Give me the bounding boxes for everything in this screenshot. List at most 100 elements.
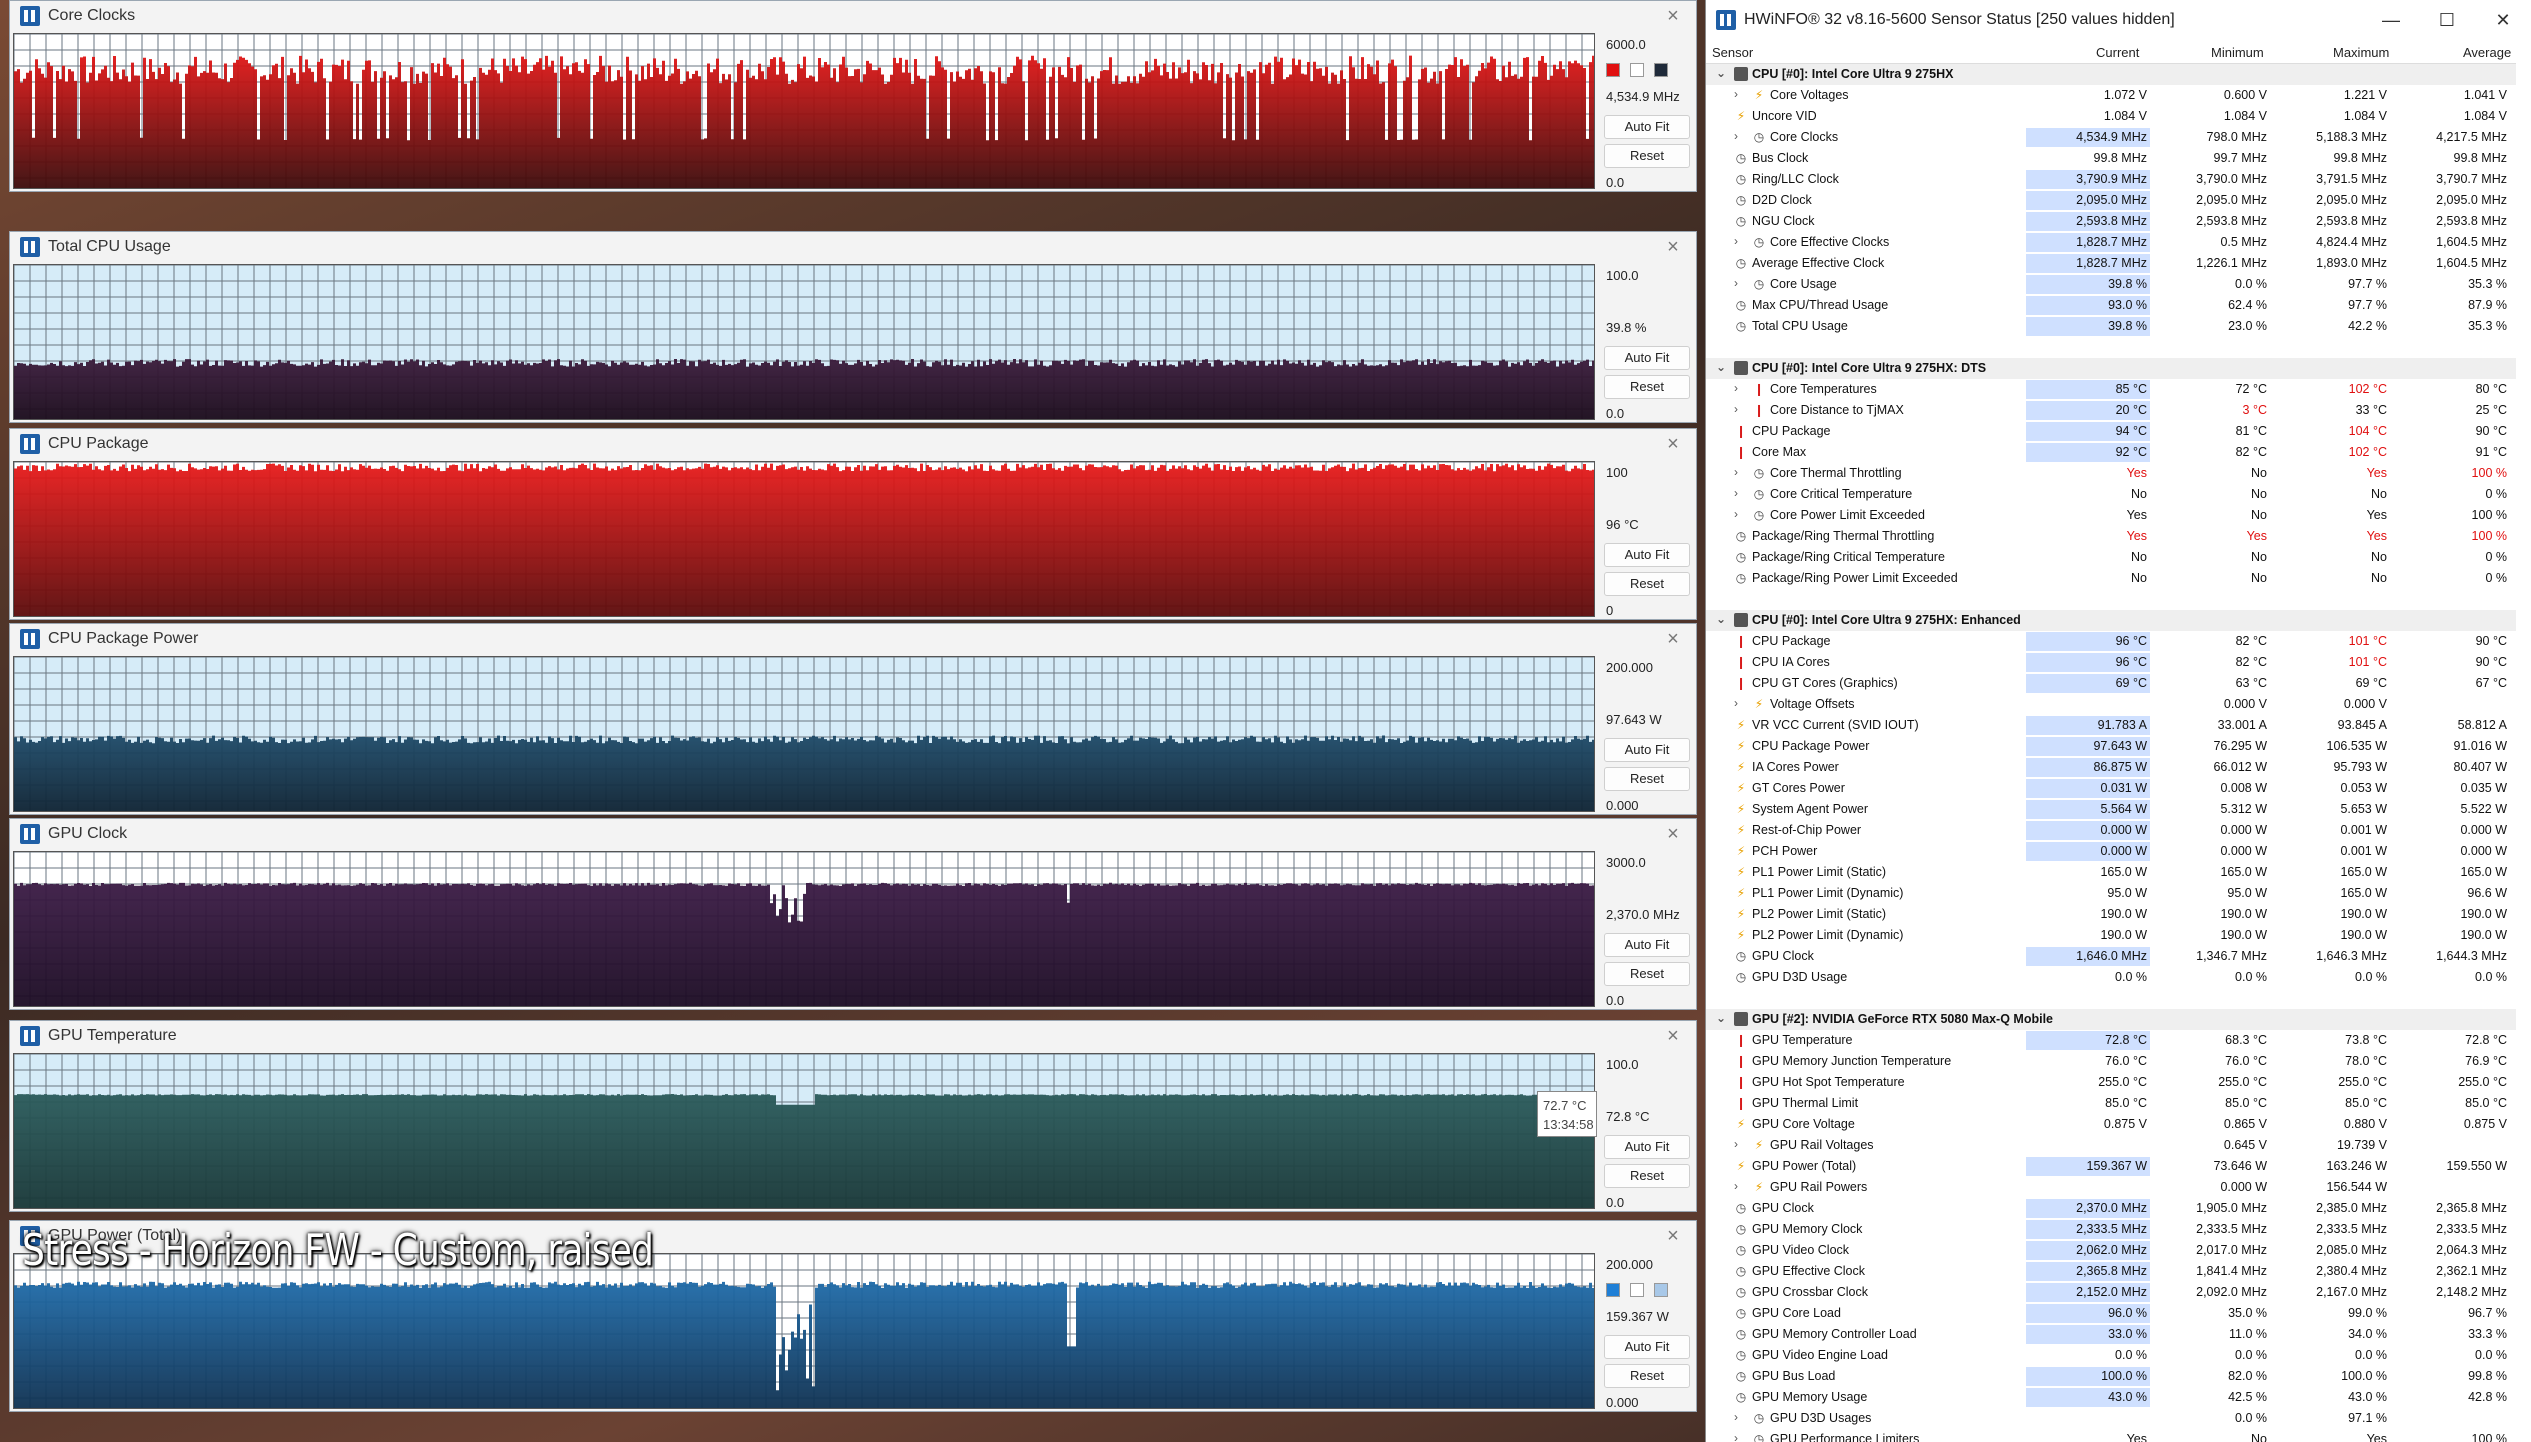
expand-chevron-icon[interactable]: › bbox=[1734, 1179, 1746, 1193]
column-maximum[interactable]: Maximum bbox=[2333, 45, 2389, 60]
close-icon[interactable]: × bbox=[1662, 236, 1684, 258]
sensor-group-header[interactable]: ⌄ CPU [#0]: Intel Core Ultra 9 275HX: Enh… bbox=[1706, 610, 2516, 631]
sensor-row[interactable]: ⚡ IA Cores Power 86.875 W 66.012 W 95.793 W 8… bbox=[1706, 757, 2516, 778]
sensor-row[interactable]: ⚡ GT Cores Power 0.031 W 0.008 W 0.053 W 0.03… bbox=[1706, 778, 2516, 799]
expand-chevron-icon[interactable]: › bbox=[1734, 465, 1746, 479]
sensor-row[interactable]: ⚡ Rest-of-Chip Power 0.000 W 0.000 W 0.001 W… bbox=[1706, 820, 2516, 841]
color-swatch[interactable] bbox=[1606, 63, 1620, 77]
sensor-row[interactable]: ◷ GPU Memory Controller Load 33.0 % 11.0 % 3… bbox=[1706, 1324, 2516, 1345]
reset-button[interactable]: Reset bbox=[1604, 1364, 1690, 1388]
sensor-row[interactable]: ❙ CPU IA Cores 96 °C 82 °C 101 °C 90 °C bbox=[1706, 652, 2516, 673]
column-minimum[interactable]: Minimum bbox=[2211, 45, 2264, 60]
close-icon[interactable]: × bbox=[1662, 433, 1684, 455]
sensor-row[interactable]: › ◷ GPU D3D Usages 0.0 % 97.1 % bbox=[1706, 1408, 2516, 1429]
sensor-row[interactable]: › ⚡ Core Voltages 1.072 V 0.600 V 1.221 V 1.04… bbox=[1706, 85, 2516, 106]
sensor-row[interactable]: ❙ GPU Memory Junction Temperature 76.0 °C 7… bbox=[1706, 1051, 2516, 1072]
sensor-row[interactable]: ⚡ PL1 Power Limit (Dynamic) 95.0 W 95.0 W 16… bbox=[1706, 883, 2516, 904]
sensor-row[interactable]: › ❙ Core Distance to TjMAX 20 °C 3 °C 33 °C 25… bbox=[1706, 400, 2516, 421]
column-sensor[interactable]: Sensor bbox=[1712, 45, 1753, 60]
auto-fit-button[interactable]: Auto Fit bbox=[1604, 346, 1690, 370]
auto-fit-button[interactable]: Auto Fit bbox=[1604, 1135, 1690, 1159]
sensor-row[interactable]: ◷ GPU Effective Clock 2,365.8 MHz 1,841.4 M… bbox=[1706, 1261, 2516, 1282]
sensor-row[interactable]: ◷ Package/Ring Power Limit Exceeded No No No… bbox=[1706, 568, 2516, 589]
sensor-row[interactable]: ◷ Package/Ring Critical Temperature No No No… bbox=[1706, 547, 2516, 568]
color-swatch[interactable] bbox=[1630, 63, 1644, 77]
sensor-row[interactable]: ❙ GPU Hot Spot Temperature 255.0 °C 255.0 °… bbox=[1706, 1072, 2516, 1093]
expand-chevron-icon[interactable]: › bbox=[1734, 129, 1746, 143]
expand-chevron-icon[interactable]: › bbox=[1734, 1431, 1746, 1442]
sensor-row[interactable]: ⚡ GPU Core Voltage 0.875 V 0.865 V 0.880 V 0.… bbox=[1706, 1114, 2516, 1135]
sensor-row[interactable]: › ◷ Core Critical Temperature No No No 0 % bbox=[1706, 484, 2516, 505]
maximize-button[interactable]: ☐ bbox=[2419, 0, 2475, 40]
close-icon[interactable]: × bbox=[1662, 5, 1684, 27]
graph-window-2[interactable]: CPU Package × 100 96 °C 0 Auto Fit Reset bbox=[9, 428, 1697, 620]
column-average[interactable]: Average bbox=[2463, 45, 2511, 60]
reset-button[interactable]: Reset bbox=[1604, 962, 1690, 986]
sensor-row[interactable]: › ◷ Core Effective Clocks 1,828.7 MHz 0.5 MH… bbox=[1706, 232, 2516, 253]
collapse-chevron-icon[interactable]: ⌄ bbox=[1716, 1011, 1728, 1025]
sensor-row[interactable]: ◷ GPU Clock 2,370.0 MHz 1,905.0 MHz 2,385.0 … bbox=[1706, 1198, 2516, 1219]
sensor-row[interactable]: › ◷ Core Thermal Throttling Yes No Yes 100 % bbox=[1706, 463, 2516, 484]
sensor-row[interactable]: ◷ Total CPU Usage 39.8 % 23.0 % 42.2 % 35.3 % bbox=[1706, 316, 2516, 337]
expand-chevron-icon[interactable]: › bbox=[1734, 402, 1746, 416]
sensor-row[interactable]: ⚡ PCH Power 0.000 W 0.000 W 0.001 W 0.000 W bbox=[1706, 841, 2516, 862]
sensor-row[interactable]: ❙ Core Max 92 °C 82 °C 102 °C 91 °C bbox=[1706, 442, 2516, 463]
expand-chevron-icon[interactable]: › bbox=[1734, 1137, 1746, 1151]
auto-fit-button[interactable]: Auto Fit bbox=[1604, 1335, 1690, 1359]
sensor-row[interactable]: ◷ GPU Memory Clock 2,333.5 MHz 2,333.5 MHz 2… bbox=[1706, 1219, 2516, 1240]
reset-button[interactable]: Reset bbox=[1604, 572, 1690, 596]
close-icon[interactable]: × bbox=[1662, 823, 1684, 845]
reset-button[interactable]: Reset bbox=[1604, 767, 1690, 791]
sensor-row[interactable]: ⚡ PL2 Power Limit (Static) 190.0 W 190.0 W 1… bbox=[1706, 904, 2516, 925]
sensor-status-window[interactable]: HWiNFO® 32 v8.16-5600 Sensor Status [250… bbox=[1705, 0, 2531, 1442]
graph-titlebar[interactable]: GPU Clock bbox=[10, 819, 1696, 849]
sensor-row[interactable]: › ❙ Core Temperatures 85 °C 72 °C 102 °C 80 °C bbox=[1706, 379, 2516, 400]
expand-chevron-icon[interactable]: › bbox=[1734, 696, 1746, 710]
sensor-row[interactable]: ◷ NGU Clock 2,593.8 MHz 2,593.8 MHz 2,593.8 … bbox=[1706, 211, 2516, 232]
auto-fit-button[interactable]: Auto Fit bbox=[1604, 543, 1690, 567]
collapse-chevron-icon[interactable]: ⌄ bbox=[1716, 612, 1728, 626]
sensor-row[interactable]: › ⚡ GPU Rail Powers 0.000 W 156.544 W bbox=[1706, 1177, 2516, 1198]
sensor-row[interactable]: ❙ GPU Temperature 72.8 °C 68.3 °C 73.8 °C 72.… bbox=[1706, 1030, 2516, 1051]
sensor-row[interactable]: ⚡ PL2 Power Limit (Dynamic) 190.0 W 190.0 W… bbox=[1706, 925, 2516, 946]
minimize-button[interactable]: — bbox=[2363, 0, 2419, 40]
collapse-chevron-icon[interactable]: ⌄ bbox=[1716, 66, 1728, 80]
color-swatch[interactable] bbox=[1606, 1283, 1620, 1297]
sensor-row[interactable]: ◷ D2D Clock 2,095.0 MHz 2,095.0 MHz 2,095.0 … bbox=[1706, 190, 2516, 211]
sensor-row[interactable]: ⚡ VR VCC Current (SVID IOUT) 91.783 A 33.00… bbox=[1706, 715, 2516, 736]
sensor-row[interactable]: ◷ GPU Bus Load 100.0 % 82.0 % 100.0 % 99.8 % bbox=[1706, 1366, 2516, 1387]
auto-fit-button[interactable]: Auto Fit bbox=[1604, 115, 1690, 139]
reset-button[interactable]: Reset bbox=[1604, 375, 1690, 399]
expand-chevron-icon[interactable]: › bbox=[1734, 486, 1746, 500]
sensor-row[interactable]: ◷ Average Effective Clock 1,828.7 MHz 1,226… bbox=[1706, 253, 2516, 274]
graph-window-0[interactable]: Core Clocks × 6000.0 4,534.9 MHz 0.0 Auto Fit… bbox=[9, 0, 1697, 192]
graph-window-1[interactable]: Total CPU Usage × 100.0 39.8 % 0.0 Auto Fit Re… bbox=[9, 231, 1697, 423]
graph-titlebar[interactable]: Core Clocks bbox=[10, 1, 1696, 31]
close-icon[interactable]: × bbox=[1662, 628, 1684, 650]
sensor-row[interactable]: ❙ CPU Package 94 °C 81 °C 104 °C 90 °C bbox=[1706, 421, 2516, 442]
column-current[interactable]: Current bbox=[2096, 45, 2139, 60]
sensor-row[interactable]: › ⚡ GPU Rail Voltages 0.645 V 19.739 V bbox=[1706, 1135, 2516, 1156]
sensor-row[interactable]: ❙ CPU GT Cores (Graphics) 69 °C 63 °C 69 °C 6… bbox=[1706, 673, 2516, 694]
expand-chevron-icon[interactable]: › bbox=[1734, 87, 1746, 101]
close-icon[interactable]: × bbox=[1662, 1225, 1684, 1247]
expand-chevron-icon[interactable]: › bbox=[1734, 507, 1746, 521]
close-icon[interactable]: × bbox=[1662, 1025, 1684, 1047]
sensor-group-header[interactable]: ⌄ GPU [#2]: NVIDIA GeForce RTX 5080 Max-Q… bbox=[1706, 1009, 2516, 1030]
auto-fit-button[interactable]: Auto Fit bbox=[1604, 933, 1690, 957]
graph-titlebar[interactable]: Total CPU Usage bbox=[10, 232, 1696, 262]
sensor-row[interactable]: ◷ Bus Clock 99.8 MHz 99.7 MHz 99.8 MHz 99.8 M… bbox=[1706, 148, 2516, 169]
sensor-row[interactable]: › ◷ Core Power Limit Exceeded Yes No Yes 100 % bbox=[1706, 505, 2516, 526]
collapse-chevron-icon[interactable]: ⌄ bbox=[1716, 360, 1728, 374]
graph-window-5[interactable]: GPU Temperature × 100.0 72.8 °C 0.0 Auto Fit R… bbox=[9, 1020, 1697, 1212]
expand-chevron-icon[interactable]: › bbox=[1734, 1410, 1746, 1424]
reset-button[interactable]: Reset bbox=[1604, 144, 1690, 168]
sensor-row[interactable]: ◷ Package/Ring Thermal Throttling Yes Yes Ye… bbox=[1706, 526, 2516, 547]
sensor-row[interactable]: ⚡ System Agent Power 5.564 W 5.312 W 5.653 W… bbox=[1706, 799, 2516, 820]
sensor-row[interactable]: ❙ GPU Thermal Limit 85.0 °C 85.0 °C 85.0 °C 8… bbox=[1706, 1093, 2516, 1114]
color-swatch[interactable] bbox=[1654, 63, 1668, 77]
graph-window-4[interactable]: GPU Clock × 3000.0 2,370.0 MHz 0.0 Auto Fit Re… bbox=[9, 818, 1697, 1010]
sensor-row[interactable]: › ◷ GPU Performance Limiters Yes No Yes 100 % bbox=[1706, 1429, 2516, 1442]
sensor-row[interactable]: ⚡ Uncore VID 1.084 V 1.084 V 1.084 V 1.084 V bbox=[1706, 106, 2516, 127]
sensor-row[interactable]: ⚡ GPU Power (Total) 159.367 W 73.646 W 163.2… bbox=[1706, 1156, 2516, 1177]
